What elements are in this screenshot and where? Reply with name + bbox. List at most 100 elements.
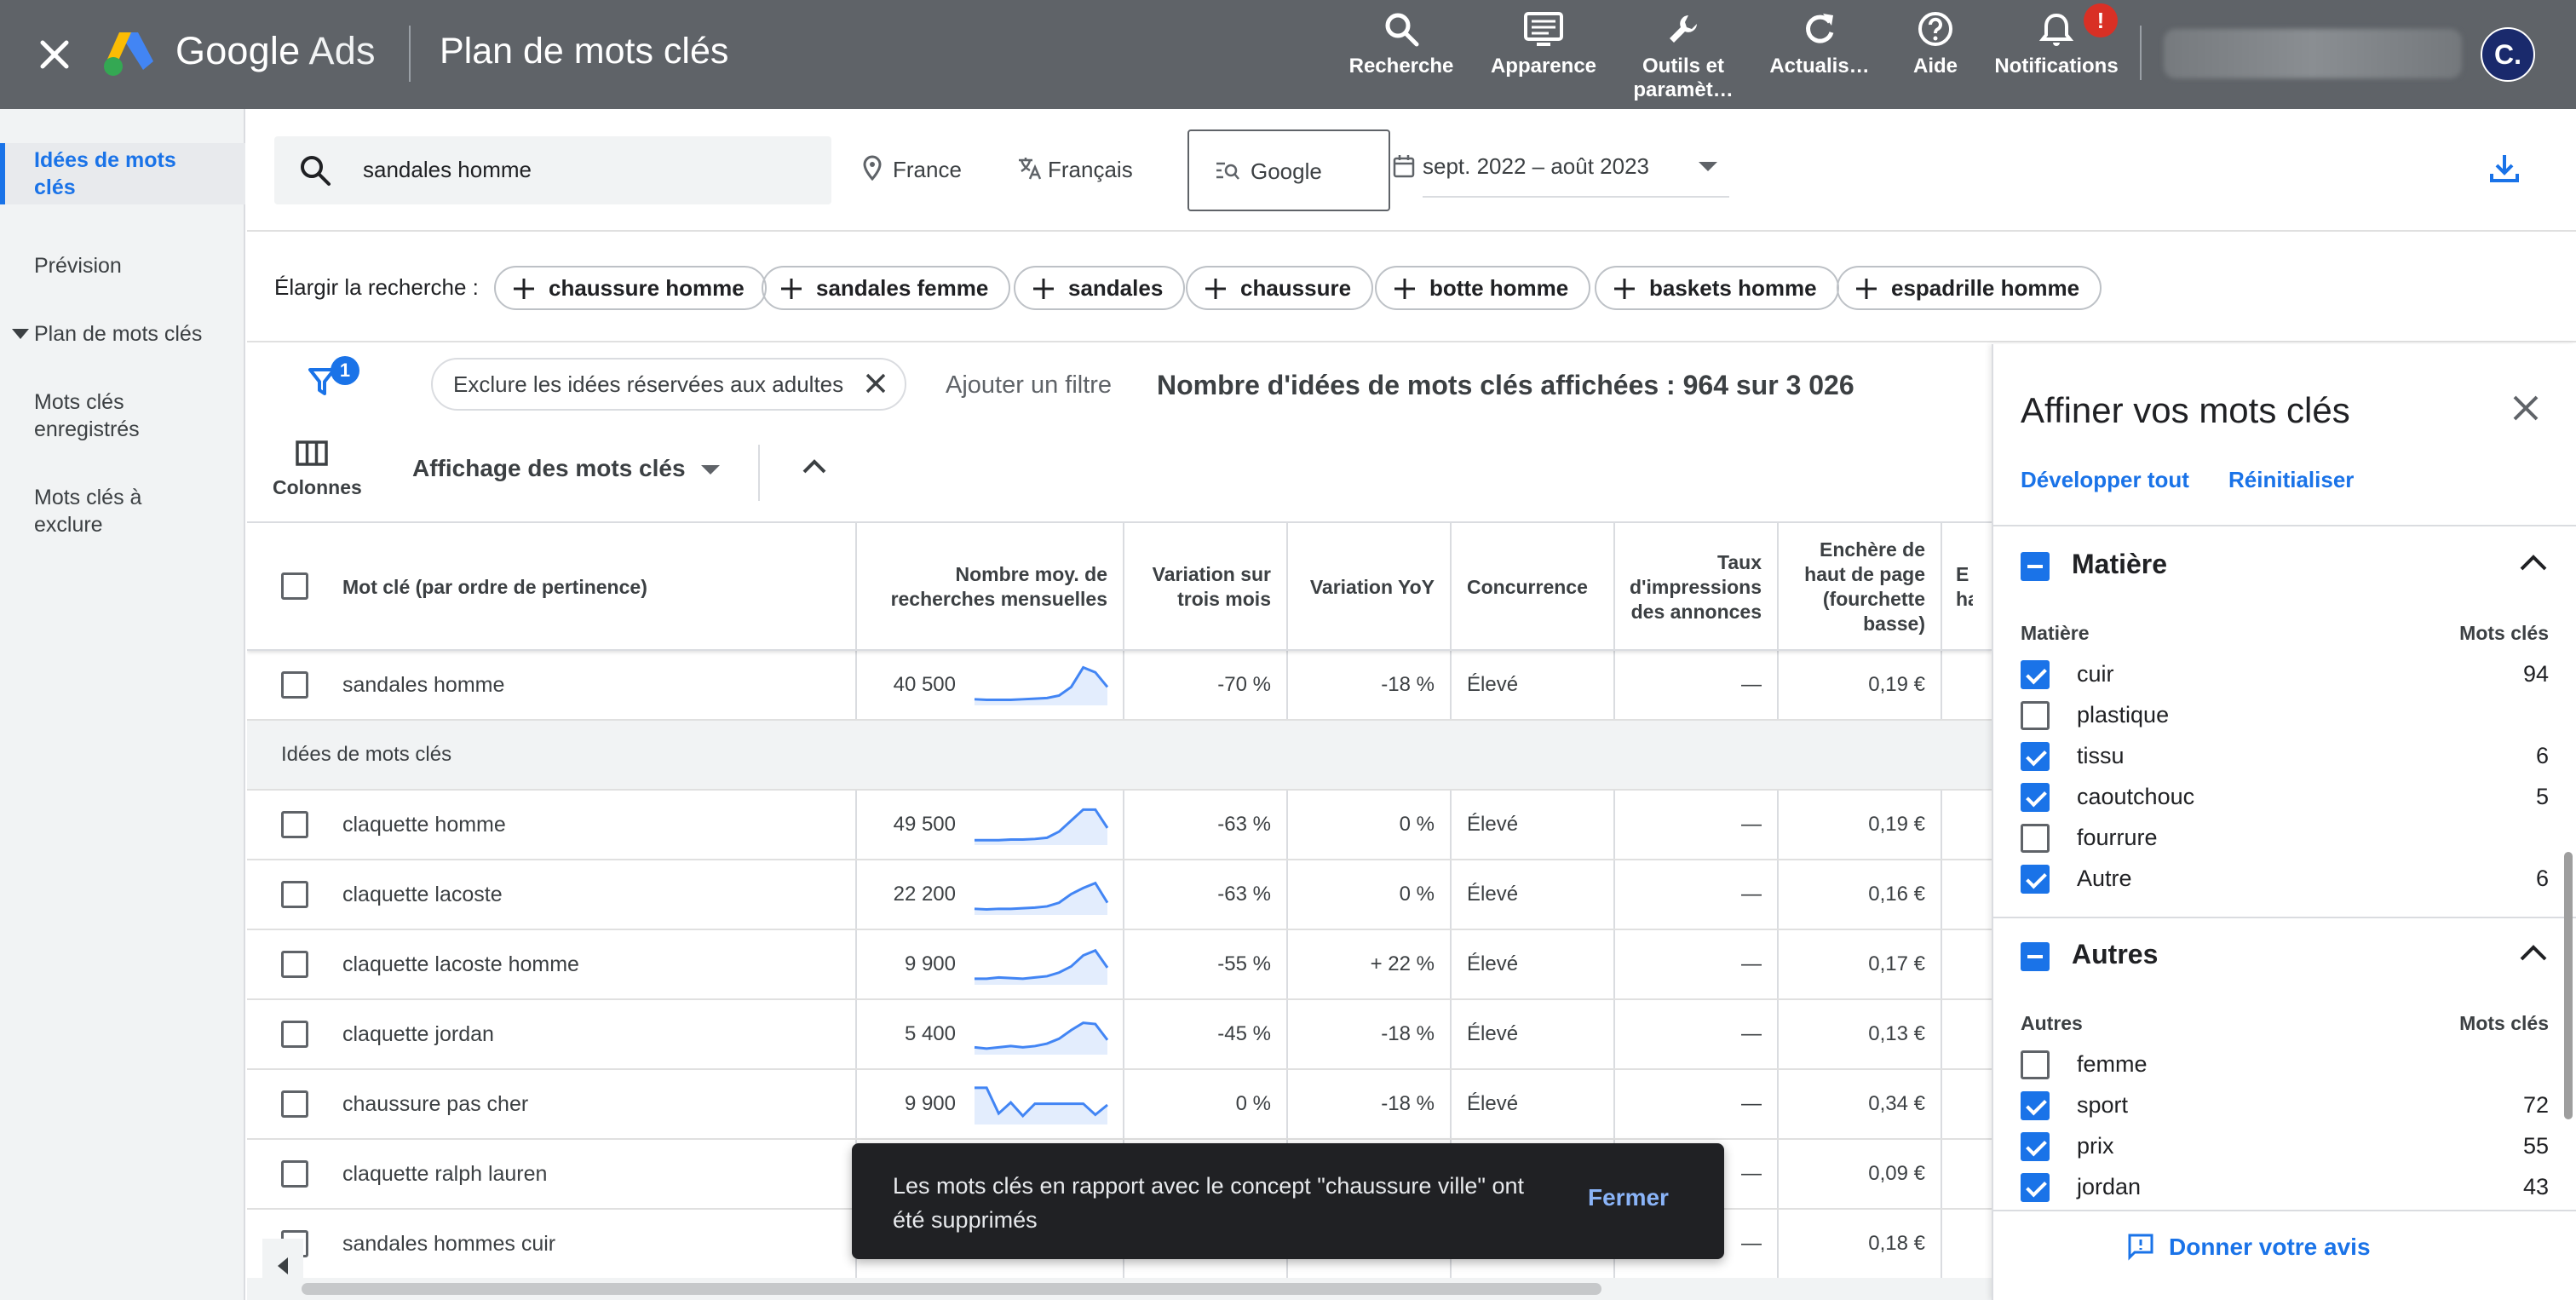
table-row[interactable]: chaussure pas cher 9 900 0 % -18 % Élevé —0,3… <box>247 1070 1992 1140</box>
checkbox-checked[interactable] <box>2021 865 2050 894</box>
feedback-icon <box>2128 1234 2153 1261</box>
header-yoy[interactable]: Variation YoY <box>1288 523 1452 651</box>
broaden-chip[interactable]: botte homme <box>1375 266 1591 310</box>
expand-all-link[interactable]: Développer tout <box>2021 467 2189 493</box>
translate-icon <box>1019 158 1042 180</box>
avatar[interactable]: C. <box>2481 27 2535 82</box>
select-all-checkbox[interactable] <box>281 572 308 600</box>
columns-button[interactable]: Colonnes <box>273 440 362 499</box>
refine-option[interactable]: fourrure <box>2021 821 2549 855</box>
tool-appearance[interactable]: Apparence <box>1486 10 1601 104</box>
checkbox-unchecked[interactable] <box>2021 824 2050 853</box>
refine-option[interactable]: Autre 6 <box>2021 862 2549 896</box>
broaden-chip[interactable]: chaussure <box>1186 266 1374 310</box>
bid-low-cell: 0,09 € <box>1779 1140 1942 1208</box>
keyword-cell: sandales hommes cuir <box>247 1210 857 1278</box>
broaden-chip[interactable]: sandales femme <box>762 266 1011 310</box>
option-label: tissu <box>2077 743 2125 768</box>
date-range-select[interactable]: sept. 2022 – août 2023 <box>1423 143 1729 198</box>
location-filter[interactable]: France <box>863 155 962 183</box>
section-toggle-checkbox[interactable] <box>2021 942 2050 971</box>
broaden-chip[interactable]: sandales <box>1014 266 1186 310</box>
nav-forecast[interactable]: Prévision <box>0 252 245 279</box>
table-row[interactable]: claquette lacoste homme 9 900 -55 % + 22 % É… <box>247 930 1992 1000</box>
section-toggle-checkbox[interactable] <box>2021 552 2050 581</box>
language-filter[interactable]: Français <box>1019 157 1133 183</box>
header-avg-searches[interactable]: Nombre moy. de recherches mensuelles <box>857 523 1124 651</box>
row-checkbox[interactable] <box>281 671 308 699</box>
three-month-cell: 0 % <box>1124 1070 1288 1138</box>
reset-link[interactable]: Réinitialiser <box>2228 467 2354 493</box>
filter-button[interactable]: 1 <box>307 356 359 403</box>
table-row[interactable]: claquette homme 49 500 -63 % 0 % Élevé —0,19 … <box>247 791 1992 860</box>
tool-help[interactable]: Aide <box>1901 10 1969 104</box>
feedback-button[interactable]: Donner votre avis <box>2128 1234 2371 1261</box>
tool-settings[interactable]: Outils et paramèt… <box>1627 10 1739 104</box>
snackbar-close-button[interactable]: Fermer <box>1588 1184 1669 1211</box>
header-impression-share[interactable]: Taux d'impressions des annonces <box>1615 523 1779 651</box>
account-info-blurred[interactable] <box>2164 29 2462 78</box>
checkbox-checked[interactable] <box>2021 1132 2050 1161</box>
nav-keyword-ideas[interactable]: Idées de mots clés <box>0 143 245 204</box>
header-bid-high[interactable]: E ha <box>1942 523 1992 651</box>
avg-searches-value: 9 900 <box>904 952 956 975</box>
search-input[interactable]: sandales homme <box>274 136 831 204</box>
checkbox-unchecked[interactable] <box>2021 1050 2050 1079</box>
refine-option[interactable]: jordan 43 <box>2021 1171 2549 1205</box>
broaden-chip[interactable]: chaussure homme <box>494 266 767 310</box>
scrollbar-thumb[interactable] <box>302 1283 1601 1295</box>
nav-keyword-plan[interactable]: Plan de mots clés <box>0 320 245 348</box>
keyword-view-dropdown[interactable]: Affichage des mots clés <box>412 455 720 482</box>
table-row[interactable]: claquette jordan 5 400 -45 % -18 % Élevé —0,1… <box>247 1000 1992 1070</box>
network-filter[interactable]: Google <box>1187 129 1390 211</box>
tool-notifications[interactable]: ! Notifications <box>1988 3 2125 104</box>
refine-option[interactable]: sport 72 <box>2021 1089 2549 1123</box>
chevron-up-icon[interactable] <box>801 457 828 477</box>
table-row[interactable]: claquette lacoste 22 200 -63 % 0 % Élevé —0,1… <box>247 860 1992 930</box>
row-checkbox[interactable] <box>281 811 308 838</box>
refine-option[interactable]: plastique <box>2021 699 2549 733</box>
horizontal-scrollbar[interactable] <box>247 1239 1992 1300</box>
header-competition[interactable]: Concurrence <box>1452 523 1615 651</box>
adult-filter-chip[interactable]: Exclure les idées réservées aux adultes <box>431 358 907 411</box>
scroll-left-button[interactable] <box>262 1239 303 1293</box>
checkbox-checked[interactable] <box>2021 1091 2050 1120</box>
checkbox-checked[interactable] <box>2021 742 2050 771</box>
broaden-chip[interactable]: espadrille homme <box>1837 266 2102 310</box>
refine-option[interactable]: tissu 6 <box>2021 739 2549 774</box>
nav-saved-keywords[interactable]: Mots clés enregistrés <box>0 388 245 443</box>
refine-option[interactable]: cuir 94 <box>2021 658 2549 692</box>
close-icon[interactable] <box>2511 394 2540 423</box>
nav-negative-keywords[interactable]: Mots clés à exclure <box>0 484 245 538</box>
header-bid-low[interactable]: Enchère de haut de page (fourchette bass… <box>1779 523 1942 651</box>
close-icon[interactable] <box>864 371 888 395</box>
location-pin-icon <box>863 155 882 181</box>
download-icon[interactable] <box>2487 152 2521 186</box>
header-keyword[interactable]: Mot clé (par ordre de pertinence) <box>247 523 857 651</box>
checkbox-checked[interactable] <box>2021 783 2050 812</box>
table-row[interactable]: sandales homme 40 500 -70 % -18 % Élevé —0,19… <box>247 651 1992 721</box>
checkbox-checked[interactable] <box>2021 660 2050 689</box>
checkbox-checked[interactable] <box>2021 1173 2050 1202</box>
refine-option[interactable]: femme <box>2021 1048 2549 1082</box>
tool-search[interactable]: Recherche <box>1344 10 1458 104</box>
tool-refresh[interactable]: Actualis… <box>1767 10 1872 104</box>
refine-option[interactable]: prix 55 <box>2021 1130 2549 1164</box>
checkbox-unchecked[interactable] <box>2021 701 2050 730</box>
row-checkbox[interactable] <box>281 1090 308 1118</box>
refine-option[interactable]: caoutchouc 5 <box>2021 780 2549 814</box>
row-checkbox[interactable] <box>281 1160 308 1188</box>
chevron-up-icon[interactable] <box>2518 550 2549 574</box>
row-checkbox[interactable] <box>281 951 308 978</box>
header-three-month[interactable]: Variation sur trois mois <box>1124 523 1288 651</box>
panel-scrollbar[interactable] <box>2564 852 2573 1119</box>
close-icon[interactable] <box>34 34 75 75</box>
row-checkbox[interactable] <box>281 881 308 908</box>
add-filter-button[interactable]: Ajouter un filtre <box>946 371 1112 400</box>
chevron-up-icon[interactable] <box>2518 940 2549 964</box>
notification-badge: ! <box>2084 3 2118 37</box>
section-header-others[interactable]: Autres <box>2021 932 2549 983</box>
broaden-chip[interactable]: baskets homme <box>1595 266 1839 310</box>
row-checkbox[interactable] <box>281 1021 308 1048</box>
section-header-material[interactable]: Matière <box>2021 542 2549 593</box>
